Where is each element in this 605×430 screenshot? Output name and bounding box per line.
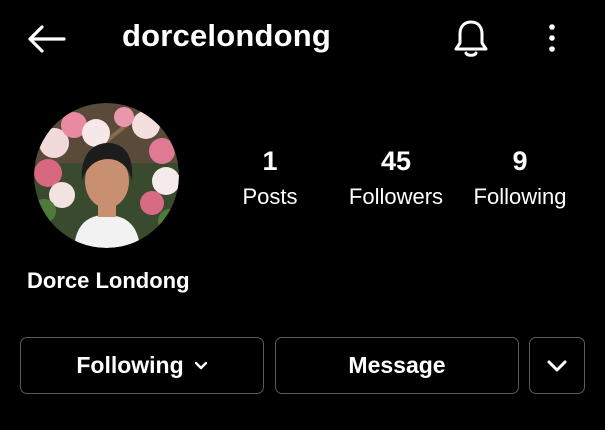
profile-avatar[interactable] [34,103,179,248]
chevron-down-icon [547,360,567,371]
following-label: Following [473,184,567,209]
more-options-button[interactable] [536,18,568,58]
suggested-accounts-button[interactable] [529,337,585,394]
following-value: 9 [512,146,528,176]
posts-value: 1 [262,146,278,176]
posts-count[interactable]: 1 Posts [228,144,312,216]
following-button[interactable]: Following [20,337,264,394]
top-bar: dorcelondong [0,0,605,76]
bell-icon [454,20,488,57]
following-button-label: Following [76,352,184,378]
followers-label: Followers [348,184,444,209]
notifications-button[interactable] [448,16,494,60]
more-vertical-icon [549,24,555,52]
profile-page: dorcelondong 1 Posts 45 Followers 9 Foll… [0,0,605,430]
message-button-label: Message [348,352,446,378]
chevron-down-icon [194,361,208,371]
arrow-left-icon [28,25,66,53]
followers-value: 45 [380,146,412,176]
profile-username: dorcelondong [122,18,332,53]
profile-photo [34,103,179,248]
posts-label: Posts [242,184,298,209]
following-count[interactable]: 9 Following [466,144,574,216]
followers-count[interactable]: 45 Followers [340,144,452,216]
message-button[interactable]: Message [275,337,519,394]
back-button[interactable] [22,20,70,58]
profile-display-name: Dorce Londong [27,268,190,293]
